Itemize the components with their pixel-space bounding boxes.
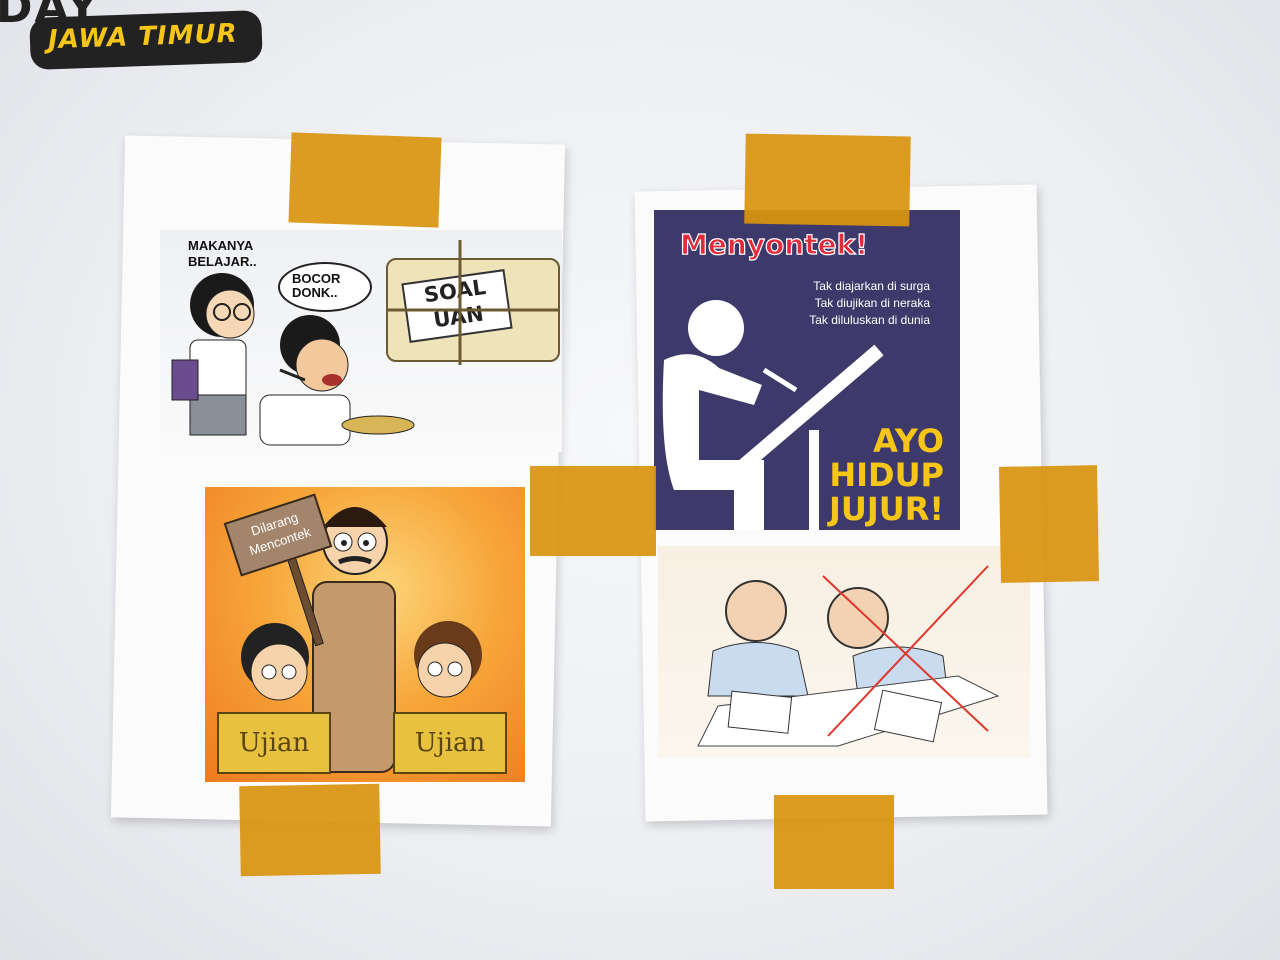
bowl <box>341 415 415 435</box>
illustration-crossed-cheating <box>658 546 1030 758</box>
tape-bottom-left <box>239 783 381 877</box>
poster-menyontek: Menyontek! Tak diajarkan di surga Tak di… <box>654 210 960 530</box>
desk-right: Ujian <box>393 712 507 774</box>
honest-student-shirt <box>707 642 809 697</box>
honest-student-head <box>725 580 787 642</box>
tape-top-left <box>288 132 442 228</box>
cartoon-figures <box>171 240 558 446</box>
poster-slogan: AYO HIDUP JUJUR! <box>829 424 944 526</box>
cartoon-leaked-exam: MAKANYA BELAJAR.. BOCOR DONK.. SOAL UAN <box>160 230 562 452</box>
honest-paper <box>727 690 793 734</box>
slogan-line2: HIDUP <box>829 456 944 494</box>
cartoon-no-cheating-teacher: Dilarang Mencontek Ujian Ujian <box>205 487 525 782</box>
pictogram-head <box>688 300 744 356</box>
tape-right <box>998 465 1100 583</box>
tape-bottom-right <box>774 795 894 889</box>
girl-skirt <box>189 394 247 436</box>
logo: DAY JAWA TIMUR <box>0 0 270 75</box>
boy-shirt <box>259 394 351 446</box>
girl-book <box>171 359 199 401</box>
pictogram-body <box>662 354 764 530</box>
pictogram-pen <box>762 367 798 393</box>
tape-top-right <box>744 133 911 227</box>
left-student-face <box>250 643 308 701</box>
cheating-student-head <box>827 587 889 649</box>
desk-left: Ujian <box>217 712 331 774</box>
right-student-face <box>417 642 473 698</box>
tape-middle <box>530 466 656 556</box>
illustration-figures <box>697 565 1000 747</box>
slogan-line1: AYO <box>873 422 944 460</box>
slogan-line3: JUJUR! <box>828 490 944 528</box>
boy-mouth <box>322 374 342 386</box>
